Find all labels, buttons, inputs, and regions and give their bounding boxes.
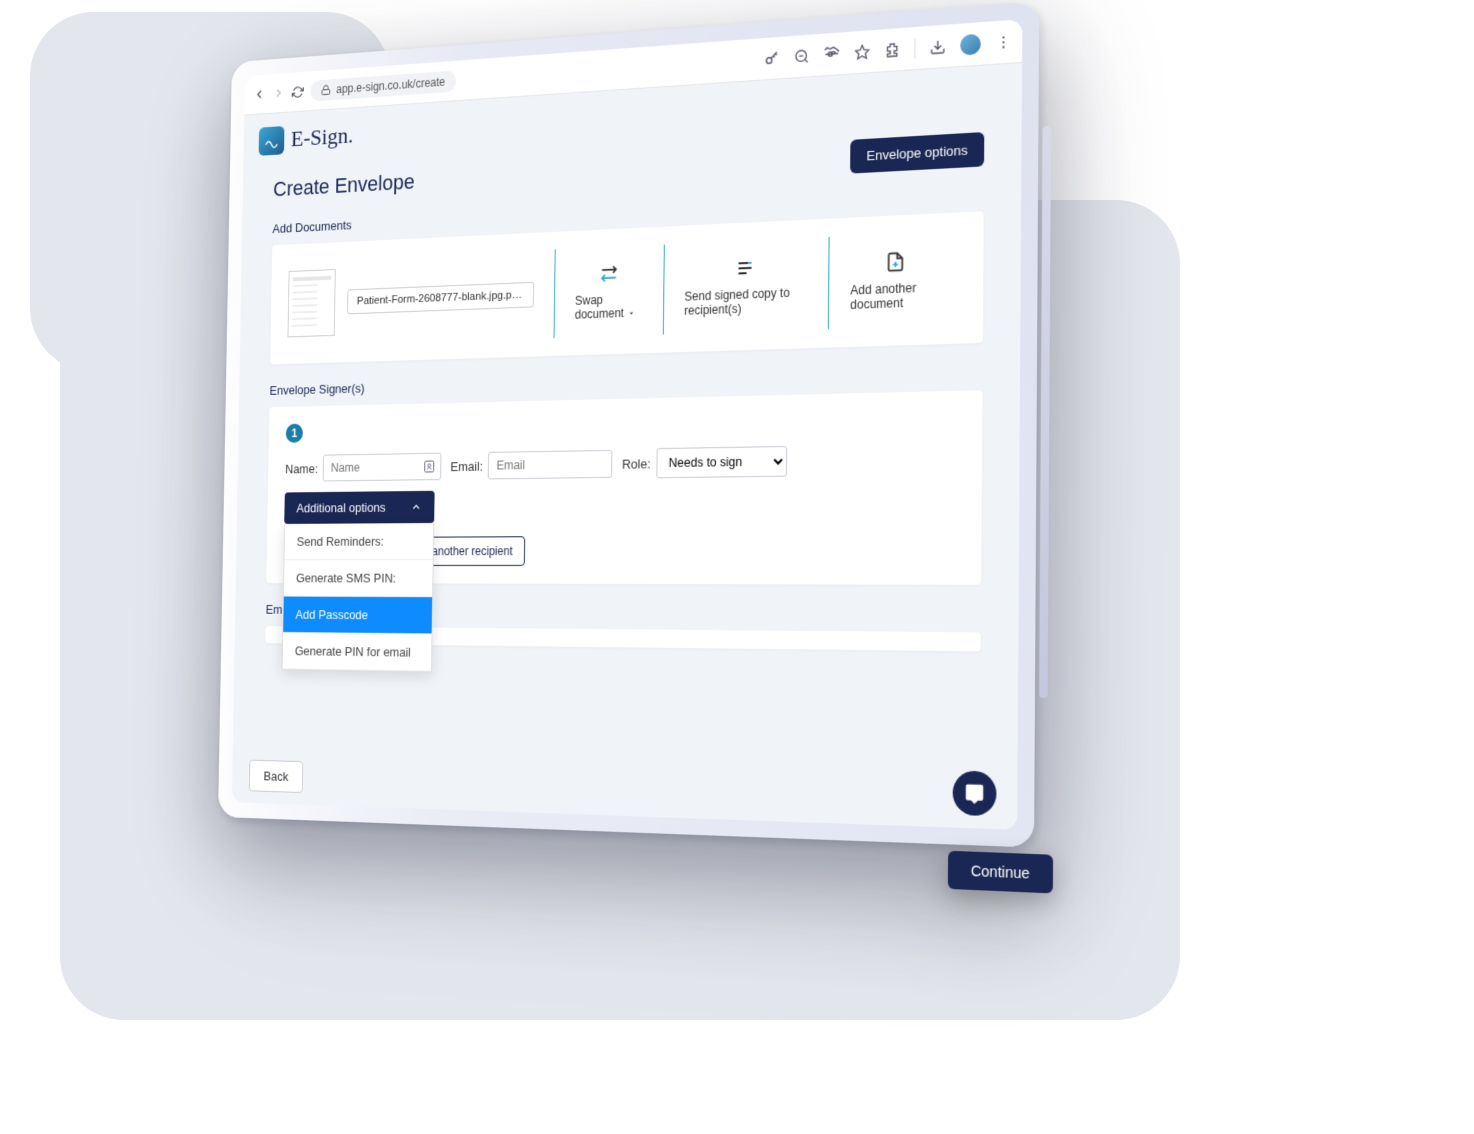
brand-logo-icon — [259, 126, 285, 156]
page-title: Create Envelope — [273, 169, 415, 202]
signers-card: 1 Name: Email: — [266, 390, 982, 585]
additional-options-menu: Send Reminders: Generate SMS PIN: Add Pa… — [282, 523, 434, 673]
zoom-icon[interactable] — [794, 47, 810, 64]
chevron-up-icon — [410, 501, 422, 514]
swap-document-button[interactable]: Swap document — [554, 261, 663, 323]
brand-name: E-Sign. — [291, 123, 354, 153]
incognito-icon[interactable] — [823, 45, 840, 63]
back-button[interactable]: Back — [249, 760, 303, 793]
swap-icon — [598, 262, 619, 285]
address-bar[interactable]: app.e-sign.co.uk/create — [310, 70, 456, 101]
tablet-device: app.e-sign.co.uk/create — [218, 1, 1039, 847]
signer-index-badge: 1 — [286, 424, 303, 443]
send-signed-copy-button[interactable]: Send signed copy to recipient(s) — [663, 253, 828, 318]
site-settings-icon — [321, 84, 331, 96]
email-input[interactable] — [488, 450, 613, 480]
reload-icon[interactable] — [292, 85, 304, 99]
role-select[interactable]: Needs to sign — [656, 446, 787, 478]
documents-card: Patient-Form-2608777-blank.jpg.pdf202 Sw… — [270, 211, 984, 364]
role-label: Role: — [622, 456, 651, 471]
list-icon — [734, 257, 756, 280]
option-generate-pin-email[interactable]: Generate PIN for email — [283, 633, 432, 672]
option-send-reminders[interactable]: Send Reminders: — [284, 523, 432, 560]
document-filename[interactable]: Patient-Form-2608777-blank.jpg.pdf202 — [347, 282, 534, 315]
document-thumbnail[interactable] — [288, 269, 336, 337]
chevron-down-icon — [627, 309, 636, 318]
add-another-document-button[interactable]: Add another document — [828, 248, 963, 313]
envelope-options-button[interactable]: Envelope options — [850, 132, 984, 174]
app-body: E-Sign. Create Envelope Envelope options… — [232, 63, 1022, 830]
add-document-icon — [884, 250, 906, 274]
toolbar-separator — [914, 38, 915, 59]
option-add-passcode[interactable]: Add Passcode — [283, 597, 432, 635]
email-label: Email: — [450, 458, 483, 473]
option-generate-sms-pin[interactable]: Generate SMS PIN: — [284, 560, 433, 597]
chat-icon — [964, 782, 985, 804]
name-label: Name: — [285, 461, 318, 476]
url-text: app.e-sign.co.uk/create — [336, 75, 445, 96]
continue-button[interactable]: Continue — [948, 851, 1053, 894]
star-icon[interactable] — [854, 43, 870, 60]
extensions-icon[interactable] — [884, 41, 900, 59]
menu-dots-icon[interactable] — [995, 33, 1012, 51]
screen: app.e-sign.co.uk/create — [232, 19, 1023, 830]
additional-options-dropdown[interactable]: Additional options Send Reminders: Gener… — [284, 491, 434, 524]
additional-options-button[interactable]: Additional options — [284, 491, 434, 524]
key-icon[interactable] — [764, 49, 781, 67]
back-icon[interactable] — [253, 87, 266, 102]
download-icon[interactable] — [930, 38, 946, 56]
contacts-icon[interactable] — [423, 459, 437, 474]
forward-icon[interactable] — [272, 86, 285, 101]
chat-fab[interactable] — [953, 770, 997, 816]
profile-avatar[interactable] — [960, 33, 981, 55]
